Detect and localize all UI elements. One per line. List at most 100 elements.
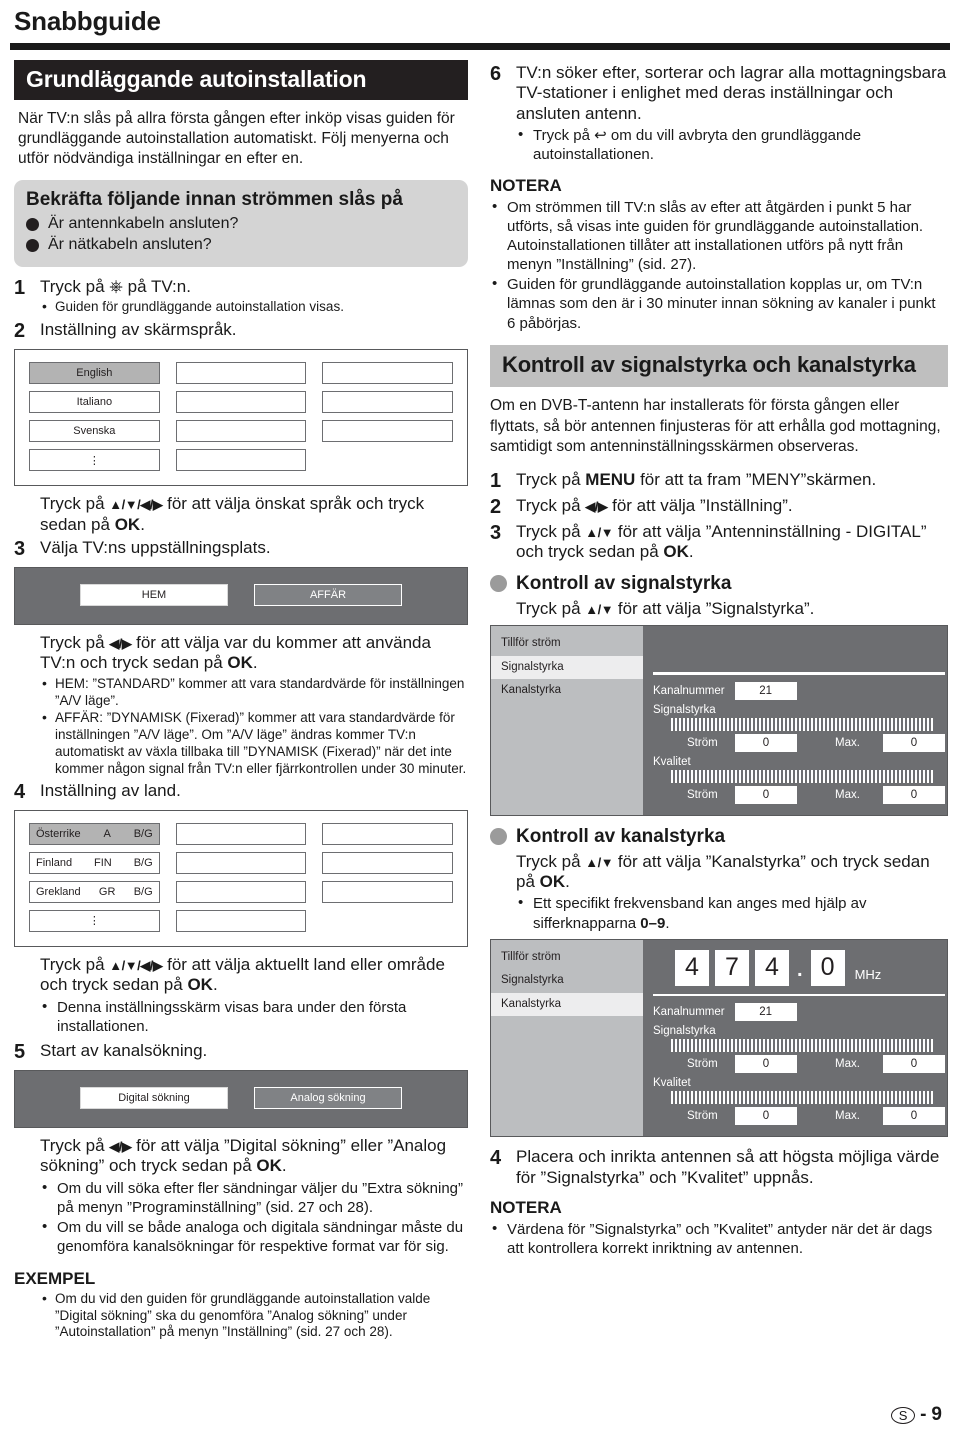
step-number: 1	[490, 469, 502, 492]
language-option-english[interactable]: English	[29, 362, 160, 385]
country-name: Finland	[36, 856, 73, 869]
frequency-digit-1[interactable]: 4	[675, 949, 709, 986]
page-number: 9	[931, 1404, 942, 1425]
step-body: Inställning av skärmspråk.	[40, 320, 468, 340]
dpad-ud-keys-icon: ▲/▼	[585, 854, 614, 870]
instruction-prefix: Tryck på	[516, 851, 581, 871]
step-number: 1	[14, 276, 26, 299]
step-instruction: Inställning av skärmspråk.	[40, 320, 237, 340]
country-option-finland[interactable]: Finland FIN B/G	[29, 851, 160, 874]
frequency-digit-3[interactable]: 4	[755, 949, 789, 986]
dpad-ud-keys-icon: ▲/▼	[585, 524, 614, 540]
country-option-grekland[interactable]: Grekland GR B/G	[29, 880, 160, 903]
osd-menu-item-kanalstyrka[interactable]: Kanalstyrka	[491, 992, 643, 1017]
left-column: Grundläggande autoinstallation När TV:n …	[0, 50, 480, 1342]
country-system: B/G	[133, 827, 153, 840]
country-option-empty[interactable]	[322, 822, 454, 845]
ok-key-label: OK	[539, 871, 566, 891]
step-instruction: Placera och inrikta antennen så att högs…	[516, 1147, 940, 1187]
language-option-empty[interactable]	[175, 362, 307, 385]
step-6: 6 TV:n söker efter, sorterar och lagrar …	[490, 63, 948, 166]
country-option-empty[interactable]	[322, 880, 454, 903]
left-intro-text: När TV:n slås på allra första gången eft…	[18, 110, 455, 168]
country-column-3	[322, 822, 454, 932]
step-body: Placera och inrikta antennen så att högs…	[516, 1147, 948, 1188]
channel-number-value: 21	[734, 1003, 797, 1022]
frequency-digit-2[interactable]: 7	[715, 949, 749, 986]
signal-step-1: 1 Tryck på MENU för att ta fram ”MENY”sk…	[490, 470, 948, 493]
language-grid: English Italiano Svenska ⋮	[29, 362, 454, 472]
instruction-prefix: Tryck på	[40, 954, 105, 974]
country-option-empty[interactable]	[322, 851, 454, 874]
signal-strength-values-row: Ström 0 Max. 0	[687, 733, 945, 752]
notera-1-bullets: Om strömmen till TV:n slås av efter att …	[490, 197, 948, 333]
language-option-empty[interactable]	[322, 420, 454, 443]
language-option-more[interactable]: ⋮	[29, 449, 160, 472]
signal-step-4: 4 Placera och inrikta antennen så att hö…	[490, 1147, 948, 1188]
quality-meter-bar	[671, 769, 933, 783]
country-code: FIN	[94, 856, 112, 869]
list-item: HEM: ”STANDARD” kommer att vara standard…	[40, 675, 468, 710]
step-instruction: Tryck på ▲/▼ för att välja ”Antenninstäl…	[516, 522, 948, 563]
instruction-suffix: .	[140, 514, 145, 534]
meter-caption-kvalitet: Kvalitet	[653, 755, 691, 768]
osd-top-blank	[653, 632, 945, 666]
step-2: 2 Inställning av skärmspråk.	[14, 320, 468, 343]
confirm-item-label: Är antennkabeln ansluten?	[48, 214, 239, 232]
max-value: 0	[883, 733, 945, 752]
instruction-prefix: Tryck på	[516, 598, 581, 618]
osd-menu-item-tillfor-strom[interactable]: Tillför ström	[491, 946, 643, 970]
osd-menu-item-signalstyrka[interactable]: Signalstyrka	[491, 655, 643, 680]
list-item: Ett specifikt frekvensband kan anges med…	[516, 893, 948, 932]
osd-menu-item-kanalstyrka[interactable]: Kanalstyrka	[491, 679, 643, 703]
country-code: GR	[98, 885, 116, 898]
signal-strength-osd-panel: Tillför ström Signalstyrka Kanalstyrka K…	[490, 625, 948, 816]
country-grid: Österrike A B/G Finland FIN B/G Grekland…	[29, 822, 454, 932]
country-option-empty[interactable]	[175, 851, 307, 874]
osd-menu-list: Tillför ström Signalstyrka Kanalstyrka	[491, 626, 643, 815]
language-option-empty[interactable]	[175, 391, 307, 414]
country-option-osterrike[interactable]: Österrike A B/G	[29, 822, 160, 845]
affar-button[interactable]: AFFÄR	[254, 583, 402, 606]
list-item: Denna inställningsskärm visas bara under…	[40, 997, 468, 1036]
country-option-empty[interactable]	[175, 822, 307, 845]
step-instruction: Välja TV:ns uppställningsplats.	[40, 537, 271, 557]
current-label: Ström	[687, 1058, 718, 1071]
right-intro-text: Om en DVB-T-antenn har installerats för …	[490, 397, 941, 455]
step-body: Tryck på ▲/▼ för att välja ”Antenninstäl…	[516, 522, 948, 563]
instruction-suffix: för att välja ”Inställning”.	[607, 495, 793, 515]
hem-button[interactable]: HEM	[80, 583, 228, 606]
header-divider	[10, 43, 950, 50]
list-item: Om du vill söka efter fler sändningar vä…	[40, 1178, 468, 1217]
language-option-empty[interactable]	[175, 420, 307, 443]
language-option-empty[interactable]	[322, 362, 454, 385]
osd-menu-item-tillfor-strom[interactable]: Tillför ström	[491, 632, 643, 656]
language-option-svenska[interactable]: Svenska	[29, 420, 160, 443]
step-bullet-list: Guiden för grundläggande autoinstallatio…	[40, 298, 468, 316]
language-option-italiano[interactable]: Italiano	[29, 391, 160, 414]
return-arrow-icon: ↩	[594, 127, 607, 145]
step-number: 2	[490, 495, 502, 518]
step-4-bullets: Denna inställningsskärm visas bara under…	[14, 997, 468, 1036]
country-column-2	[175, 822, 307, 932]
step-text-after: på TV:n.	[127, 276, 191, 296]
quality-values-row: Ström 0 Max. 0	[687, 1107, 945, 1126]
quality-meter-bar	[671, 1091, 933, 1105]
step-number: 3	[490, 521, 502, 544]
country-option-more[interactable]: ⋮	[29, 909, 160, 932]
step-number: 6	[490, 63, 502, 85]
language-option-empty[interactable]	[175, 449, 307, 472]
step-number: 4	[14, 780, 26, 803]
max-value: 0	[883, 1107, 945, 1126]
channel-strength-osd-panel: Tillför ström Signalstyrka Kanalstyrka 4…	[490, 938, 948, 1138]
frequency-decimal-digit[interactable]: 0	[810, 949, 845, 986]
language-column-1: English Italiano Svenska ⋮	[29, 362, 160, 472]
digital-scan-button[interactable]: Digital sökning	[80, 1087, 228, 1110]
subsection-label: Kontroll av signalstyrka	[516, 572, 732, 594]
osd-menu-item-signalstyrka[interactable]: Signalstyrka	[491, 969, 643, 993]
country-option-empty[interactable]	[175, 909, 307, 932]
country-option-empty[interactable]	[175, 880, 307, 903]
two-column-layout: Grundläggande autoinstallation När TV:n …	[0, 50, 960, 1342]
analog-scan-button[interactable]: Analog sökning	[254, 1087, 402, 1110]
language-option-empty[interactable]	[322, 391, 454, 414]
